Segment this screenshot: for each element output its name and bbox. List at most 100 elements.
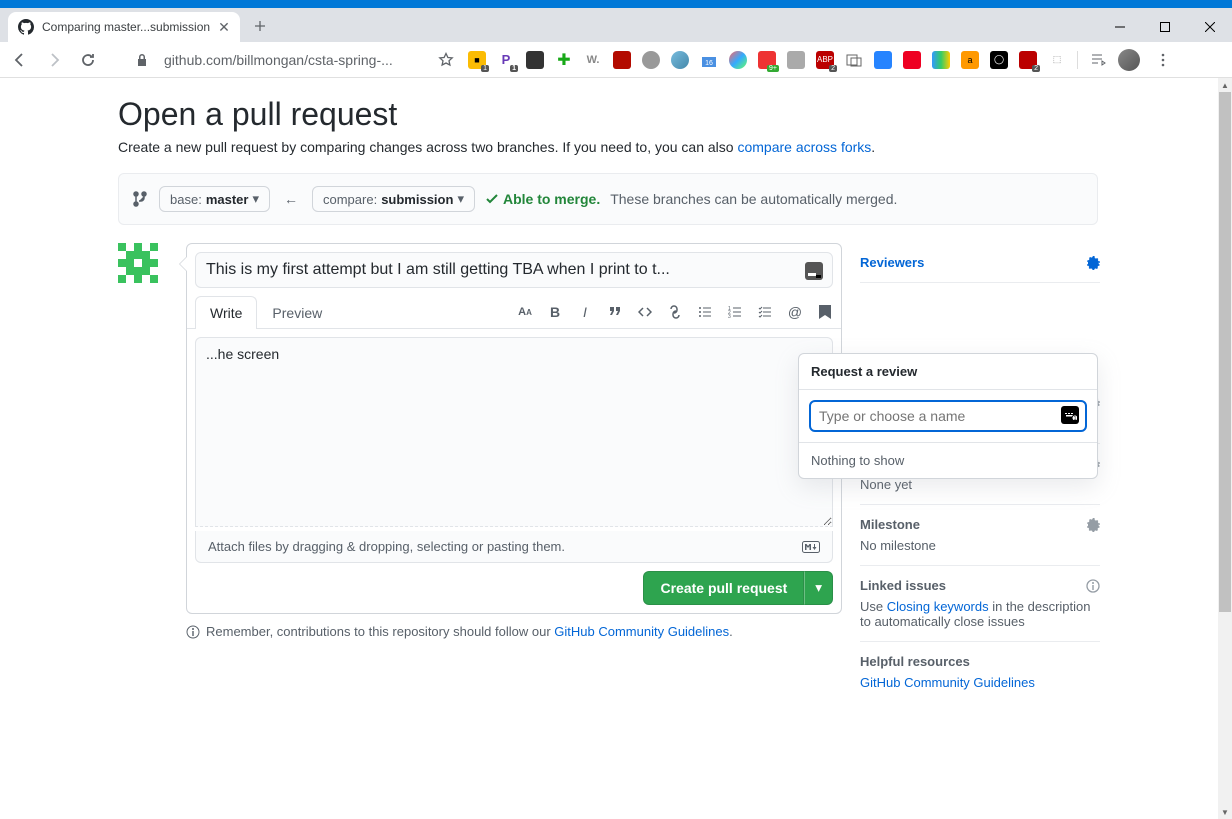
guidelines-link[interactable]: GitHub Community Guidelines bbox=[554, 624, 729, 639]
contribution-reminder: Remember, contributions to this reposito… bbox=[186, 624, 842, 639]
extension-icons: ■1 P1 ✚ W. 16 9+ ABP2 a ◯ 2 ⬚ bbox=[468, 48, 1175, 72]
compare-forks-link[interactable]: compare across forks bbox=[737, 139, 871, 155]
ext-icon[interactable]: W. bbox=[584, 51, 602, 69]
compare-label: compare: bbox=[323, 192, 377, 207]
ul-icon[interactable] bbox=[697, 304, 713, 320]
ext-icon[interactable]: ◯ bbox=[990, 51, 1008, 69]
ext-icon[interactable]: 9+ bbox=[758, 51, 776, 69]
user-identicon[interactable] bbox=[118, 243, 158, 283]
user-avatar-column bbox=[118, 243, 168, 702]
media-control-icon[interactable] bbox=[1089, 51, 1107, 69]
gear-icon[interactable] bbox=[1086, 256, 1100, 270]
base-branch-selector[interactable]: base: master ▾ bbox=[159, 186, 270, 212]
ext-icon[interactable] bbox=[526, 51, 544, 69]
ext-icon[interactable]: a bbox=[961, 51, 979, 69]
browser-tab[interactable]: Comparing master...submission ✕ bbox=[8, 12, 240, 42]
mention-icon[interactable]: @ bbox=[787, 304, 803, 320]
reviewers-title: Reviewers bbox=[860, 255, 924, 270]
ext-icon[interactable] bbox=[613, 51, 631, 69]
quote-icon[interactable] bbox=[607, 304, 623, 320]
formatting-toolbar: AA B I bbox=[517, 304, 833, 320]
ext-icon[interactable]: ⬚ bbox=[1048, 51, 1066, 69]
ext-icon[interactable]: 16 bbox=[700, 51, 718, 69]
url-text: github.com/billmongan/csta-spring-... bbox=[164, 52, 393, 68]
heading-icon[interactable]: AA bbox=[517, 304, 533, 320]
reviewers-heading[interactable]: Reviewers bbox=[860, 255, 1100, 270]
attach-hint[interactable]: Attach files by dragging & dropping, sel… bbox=[195, 531, 833, 563]
markdown-icon[interactable] bbox=[802, 541, 820, 553]
attach-hint-text: Attach files by dragging & dropping, sel… bbox=[208, 539, 565, 554]
popover-empty: Nothing to show bbox=[799, 442, 1097, 478]
code-icon[interactable] bbox=[637, 304, 653, 320]
profile-avatar[interactable] bbox=[1118, 49, 1140, 71]
tasklist-icon[interactable] bbox=[757, 304, 773, 320]
bold-icon[interactable]: B bbox=[547, 304, 563, 320]
ext-icon[interactable] bbox=[642, 51, 660, 69]
gear-icon[interactable] bbox=[1086, 518, 1100, 532]
ext-icon[interactable]: ■1 bbox=[468, 51, 486, 69]
italic-icon[interactable]: I bbox=[577, 304, 593, 320]
preview-tab[interactable]: Preview bbox=[257, 296, 337, 329]
reviewer-search-input[interactable] bbox=[809, 400, 1087, 432]
popover-title: Request a review bbox=[799, 354, 1097, 390]
branch-compare-bar: base: master ▾ ← compare: submission ▾ A… bbox=[118, 173, 1098, 225]
subtitle-text: Create a new pull request by comparing c… bbox=[118, 139, 737, 155]
close-window-button[interactable] bbox=[1187, 12, 1232, 42]
maximize-button[interactable] bbox=[1142, 12, 1187, 42]
minimize-button[interactable] bbox=[1097, 12, 1142, 42]
ext-icon[interactable] bbox=[729, 51, 747, 69]
forward-button[interactable] bbox=[42, 48, 66, 72]
ext-icon[interactable]: 2 bbox=[1019, 51, 1037, 69]
write-tab[interactable]: Write bbox=[195, 296, 257, 329]
site-info-lock-icon[interactable] bbox=[130, 48, 154, 72]
bookmark-star-icon[interactable] bbox=[434, 48, 458, 72]
closing-keywords-link[interactable]: Closing keywords bbox=[887, 599, 989, 614]
page-subtitle: Create a new pull request by comparing c… bbox=[118, 139, 1218, 155]
window-titlebar bbox=[0, 0, 1232, 8]
link-icon[interactable] bbox=[667, 304, 683, 320]
back-button[interactable] bbox=[8, 48, 32, 72]
pr-title-input[interactable] bbox=[195, 252, 833, 288]
scroll-down-icon[interactable]: ▼ bbox=[1218, 805, 1232, 819]
ol-icon[interactable]: 123 bbox=[727, 304, 743, 320]
pr-body-textarea[interactable] bbox=[195, 337, 833, 527]
saved-reply-icon[interactable] bbox=[817, 304, 833, 320]
info-icon[interactable] bbox=[1086, 579, 1100, 593]
projects-body: None yet bbox=[860, 477, 1100, 492]
close-tab-icon[interactable]: ✕ bbox=[218, 19, 230, 36]
ext-icon[interactable]: ✚ bbox=[555, 51, 573, 69]
page-viewport: Open a pull request Create a new pull re… bbox=[0, 78, 1232, 819]
grammar-ext-icon[interactable] bbox=[805, 262, 823, 280]
scrollbar-track[interactable]: ▲ ▼ bbox=[1218, 78, 1232, 819]
ext-icon[interactable] bbox=[787, 51, 805, 69]
create-pr-button[interactable]: Create pull request bbox=[643, 571, 804, 605]
helpful-link[interactable]: GitHub Community Guidelines bbox=[860, 675, 1035, 690]
ext-icon[interactable] bbox=[903, 51, 921, 69]
linked-body: Use Closing keywords in the description … bbox=[860, 599, 1100, 629]
ext-icon[interactable]: ABP2 bbox=[816, 51, 834, 69]
url-display[interactable]: github.com/billmongan/csta-spring-... bbox=[164, 52, 424, 68]
chrome-menu-icon[interactable] bbox=[1151, 48, 1175, 72]
scroll-up-icon[interactable]: ▲ bbox=[1218, 78, 1232, 92]
ext-icon[interactable] bbox=[845, 51, 863, 69]
helpful-heading: Helpful resources bbox=[860, 654, 1100, 669]
ext-icon[interactable]: P1 bbox=[497, 51, 515, 69]
milestone-heading[interactable]: Milestone bbox=[860, 517, 1100, 532]
remember-suffix: . bbox=[729, 624, 733, 639]
compare-value: submission bbox=[381, 192, 453, 207]
ext-icon[interactable] bbox=[874, 51, 892, 69]
base-value: master bbox=[206, 192, 249, 207]
tab-title: Comparing master...submission bbox=[42, 20, 210, 34]
github-favicon bbox=[18, 19, 34, 35]
base-label: base: bbox=[170, 192, 202, 207]
new-tab-button[interactable] bbox=[246, 12, 274, 40]
reload-button[interactable] bbox=[76, 48, 100, 72]
compare-branch-selector[interactable]: compare: submission ▾ bbox=[312, 186, 475, 212]
ext-icon[interactable] bbox=[932, 51, 950, 69]
ext-icon[interactable] bbox=[671, 51, 689, 69]
linked-prefix: Use bbox=[860, 599, 887, 614]
create-pr-dropdown[interactable]: ▾ bbox=[804, 571, 833, 605]
scrollbar-thumb[interactable] bbox=[1219, 92, 1231, 612]
browser-tab-strip: Comparing master...submission ✕ bbox=[0, 8, 1232, 42]
arrow-left-icon: ← bbox=[280, 191, 302, 207]
